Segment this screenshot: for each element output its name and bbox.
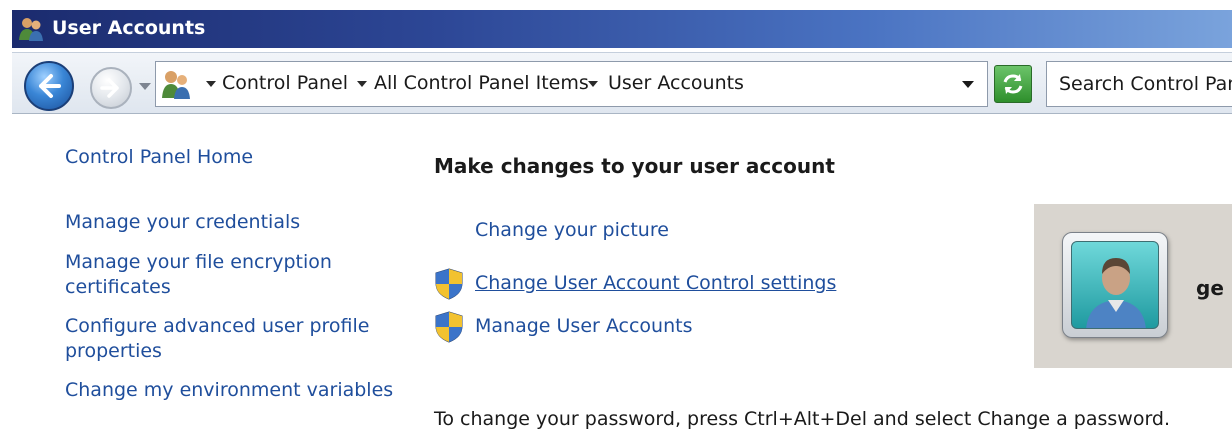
avatar-frame[interactable] bbox=[1062, 232, 1168, 338]
avatar bbox=[1071, 241, 1159, 329]
forward-arrow-icon bbox=[100, 78, 119, 98]
search-box[interactable] bbox=[1046, 61, 1232, 107]
user-name: ge bbox=[1196, 276, 1224, 300]
left-task-pane: Control Panel Home Manage your credentia… bbox=[12, 115, 412, 446]
search-input[interactable] bbox=[1047, 62, 1232, 106]
change-uac-settings-link[interactable]: Change User Account Control settings bbox=[475, 272, 836, 294]
recent-pages-dropdown-icon[interactable] bbox=[139, 83, 151, 90]
user-account-tile: ge bbox=[1034, 204, 1232, 368]
change-picture-link[interactable]: Change your picture bbox=[475, 219, 669, 241]
window-title: User Accounts bbox=[52, 17, 206, 39]
title-bar: User Accounts bbox=[12, 10, 1232, 48]
user-accounts-address-icon bbox=[162, 71, 190, 99]
uac-shield-icon bbox=[435, 268, 463, 300]
sidebar-item-advanced-user-profile[interactable]: Configure advanced user profile properti… bbox=[65, 314, 385, 364]
user-accounts-icon bbox=[19, 18, 43, 41]
user-accounts-window: User Accounts Control Panel All Control … bbox=[0, 0, 1232, 446]
address-bar[interactable]: Control Panel All Control Panel Items Us… bbox=[155, 61, 988, 107]
breadcrumb-separator-icon[interactable] bbox=[357, 81, 367, 87]
refresh-icon bbox=[1003, 74, 1023, 94]
breadcrumb-separator-icon[interactable] bbox=[588, 81, 598, 87]
breadcrumb-all-items[interactable]: All Control Panel Items bbox=[374, 72, 589, 94]
forward-button[interactable] bbox=[90, 67, 132, 109]
back-arrow-icon bbox=[39, 74, 61, 98]
sidebar-item-environment-variables[interactable]: Change my environment variables bbox=[65, 378, 395, 403]
password-instructions: To change your password, press Ctrl+Alt+… bbox=[434, 408, 1171, 430]
refresh-button[interactable] bbox=[994, 65, 1032, 103]
breadcrumb-separator-icon[interactable] bbox=[206, 81, 216, 87]
page-heading: Make changes to your user account bbox=[434, 154, 835, 178]
breadcrumb-control-panel[interactable]: Control Panel bbox=[222, 72, 348, 94]
manage-user-accounts-link[interactable]: Manage User Accounts bbox=[475, 315, 692, 337]
sidebar-item-manage-credentials[interactable]: Manage your credentials bbox=[65, 210, 395, 235]
sidebar-item-control-panel-home[interactable]: Control Panel Home bbox=[65, 145, 395, 170]
back-button[interactable] bbox=[24, 61, 74, 111]
navigation-bar: Control Panel All Control Panel Items Us… bbox=[12, 52, 1232, 114]
uac-shield-icon bbox=[435, 311, 463, 343]
user-silhouette-icon bbox=[1086, 258, 1146, 328]
address-dropdown-icon[interactable] bbox=[962, 81, 974, 88]
breadcrumb-user-accounts[interactable]: User Accounts bbox=[608, 72, 744, 94]
sidebar-item-file-encryption-certificates[interactable]: Manage your file encryption certificates bbox=[65, 250, 355, 300]
